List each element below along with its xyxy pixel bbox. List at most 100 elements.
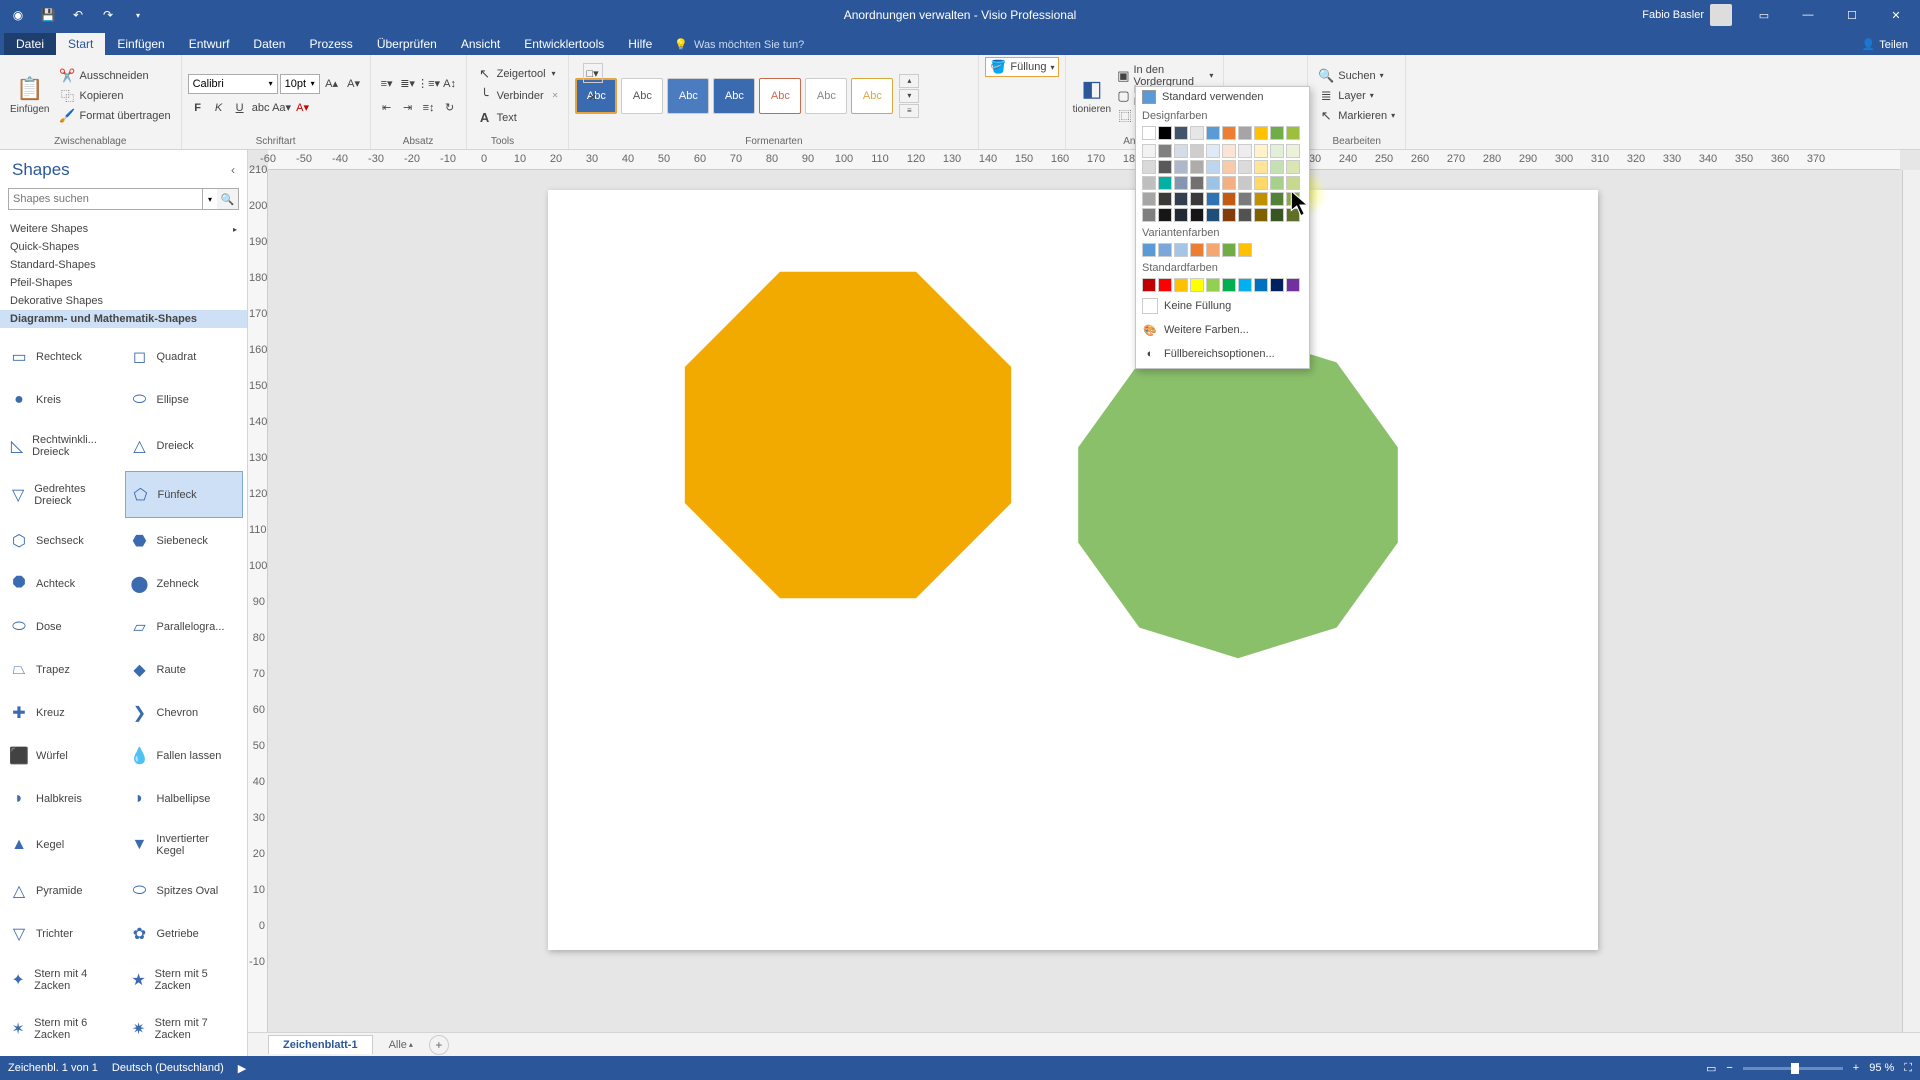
color-swatch[interactable] [1254,278,1268,292]
color-swatch[interactable] [1254,144,1268,158]
color-swatch[interactable] [1142,160,1156,174]
tab-datei[interactable]: Datei [4,33,56,55]
shape-item[interactable]: △Pyramide [4,870,123,911]
connection-point-button[interactable]: ✕ [583,87,603,107]
shape-item[interactable]: ✶Stern mit 6 Zacken [4,1005,123,1052]
shape-item[interactable]: ⬣Siebeneck [125,520,244,561]
color-swatch[interactable] [1286,208,1300,222]
color-swatch[interactable] [1206,243,1220,257]
color-swatch[interactable] [1270,208,1284,222]
color-swatch[interactable] [1174,278,1188,292]
decagon-shape[interactable] [1068,325,1408,665]
color-swatch[interactable] [1158,144,1172,158]
color-swatch[interactable] [1238,208,1252,222]
color-swatch[interactable] [1190,243,1204,257]
find-button[interactable]: 🔍Suchen▾ [1314,66,1399,86]
color-swatch[interactable] [1158,278,1172,292]
search-dropdown-icon[interactable]: ▾ [203,188,217,210]
strikethrough-button[interactable]: abc [251,98,271,118]
style-swatch-6[interactable]: Abc [805,78,847,114]
color-swatch[interactable] [1174,176,1188,190]
zoom-out-icon[interactable]: − [1726,1062,1732,1074]
shape-item[interactable]: ✦Stern mit 4 Zacken [4,956,123,1003]
line-spacing-button[interactable]: ≡↕ [419,98,439,118]
rectangle-tool-button[interactable]: □▾ [583,63,603,83]
no-fill-item[interactable]: Keine Füllung [1136,294,1309,318]
color-swatch[interactable] [1142,278,1156,292]
undo-icon[interactable]: ↶ [64,2,92,28]
shape-item[interactable]: ◺Rechtwinkli... Dreieck [4,422,123,469]
increase-indent-button[interactable]: ⇥ [398,98,418,118]
minimize-icon[interactable]: — [1788,0,1828,30]
color-swatch[interactable] [1174,243,1188,257]
language-indicator[interactable]: Deutsch (Deutschland) [112,1062,224,1074]
tab-prozess[interactable]: Prozess [297,33,364,55]
color-swatch[interactable] [1206,126,1220,140]
color-swatch[interactable] [1222,126,1236,140]
cut-button[interactable]: ✂️Ausschneiden [55,66,174,86]
connector-tool-button[interactable]: ╰Verbinder✕ [473,86,563,106]
shape-item[interactable]: 💧Fallen lassen [125,735,244,776]
color-swatch[interactable] [1158,243,1172,257]
shape-item[interactable]: ◻Quadrat [125,336,244,377]
tab-start[interactable]: Start [56,33,105,55]
page-tab-1[interactable]: Zeichenblatt-1 [268,1035,373,1054]
shape-item[interactable]: ◆Raute [125,649,244,690]
color-swatch[interactable] [1270,176,1284,190]
color-swatch[interactable] [1142,243,1156,257]
copy-button[interactable]: ⿻Kopieren [55,86,174,106]
color-swatch[interactable] [1190,160,1204,174]
tab-entwurf[interactable]: Entwurf [177,33,242,55]
search-button[interactable]: 🔍 [217,188,239,210]
shape-item[interactable]: ⬤Zehneck [125,563,244,604]
font-size-combo[interactable]: 10pt▾ [280,74,320,94]
color-swatch[interactable] [1158,192,1172,206]
color-swatch[interactable] [1142,144,1156,158]
color-swatch[interactable] [1190,126,1204,140]
shape-item[interactable]: ⬭Spitzes Oval [125,870,244,911]
align-horizontal-button[interactable]: ≡▾ [377,74,397,94]
drawing-page[interactable] [548,190,1598,950]
color-swatch[interactable] [1174,126,1188,140]
shapes-search-input[interactable] [8,188,203,210]
save-icon[interactable]: 💾 [34,2,62,28]
color-swatch[interactable] [1238,176,1252,190]
color-swatch[interactable] [1142,192,1156,206]
pointer-tool-button[interactable]: ↖Zeigertool▾ [473,64,563,84]
rotate-text-button[interactable]: ↻ [440,98,460,118]
share-button[interactable]: 👤 Teilen [1850,34,1920,55]
color-swatch[interactable] [1190,176,1204,190]
color-swatch[interactable] [1174,208,1188,222]
tab-daten[interactable]: Daten [241,33,297,55]
color-swatch[interactable] [1238,160,1252,174]
color-swatch[interactable] [1222,243,1236,257]
color-swatch[interactable] [1270,144,1284,158]
shape-item[interactable]: ◗Halbkreis [4,778,123,819]
text-tool-button[interactable]: AText [473,108,563,128]
vertical-scrollbar[interactable] [1902,170,1920,1036]
ribbon-options-icon[interactable]: ▭ [1744,0,1784,30]
shrink-font-button[interactable]: A▾ [344,74,364,94]
more-colors-item[interactable]: 🎨 Weitere Farben... [1136,318,1309,342]
color-swatch[interactable] [1254,160,1268,174]
tab-ansicht[interactable]: Ansicht [449,33,512,55]
style-swatch-7[interactable]: Abc [851,78,893,114]
category-standard-shapes[interactable]: Standard-Shapes [0,256,247,274]
color-swatch[interactable] [1206,160,1220,174]
bullets-button[interactable]: ⋮≡▾ [419,74,439,94]
color-swatch[interactable] [1270,192,1284,206]
underline-button[interactable]: U [230,98,250,118]
tab-entwicklertools[interactable]: Entwicklertools [512,33,616,55]
layer-button[interactable]: ≣Layer▾ [1314,86,1399,106]
shape-item[interactable]: ★Stern mit 5 Zacken [125,956,244,1003]
fill-button[interactable]: 🪣Füllung▾ [985,57,1059,77]
decrease-indent-button[interactable]: ⇤ [377,98,397,118]
color-swatch[interactable] [1238,192,1252,206]
color-swatch[interactable] [1286,144,1300,158]
color-swatch[interactable] [1222,144,1236,158]
shape-item[interactable]: ✚Kreuz [4,692,123,733]
fill-options-item[interactable]: ◐ Füllbereichsoptionen... [1136,342,1309,366]
category-dekorative-shapes[interactable]: Dekorative Shapes [0,292,247,310]
color-swatch[interactable] [1222,176,1236,190]
shape-item[interactable]: ⏢Trapez [4,649,123,690]
